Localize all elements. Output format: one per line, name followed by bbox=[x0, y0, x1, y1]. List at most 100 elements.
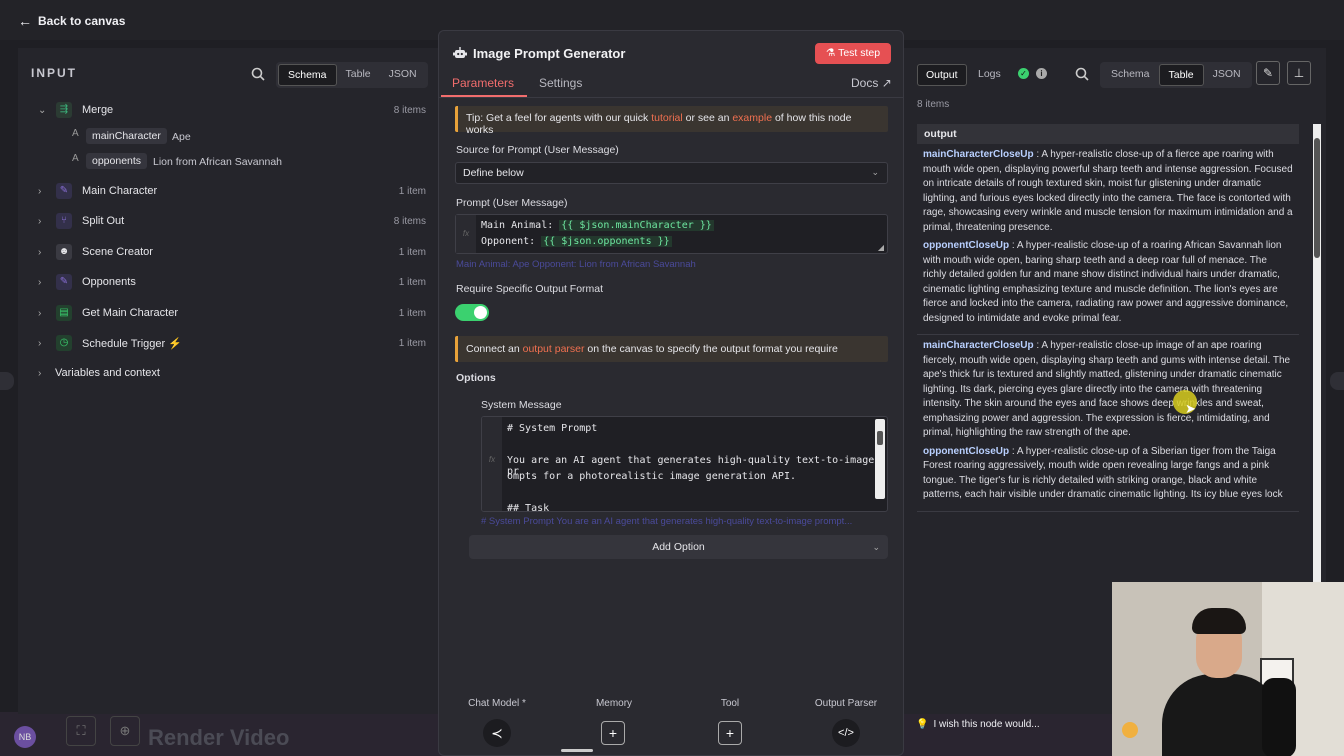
search-icon[interactable] bbox=[251, 67, 265, 81]
node-count: 1 item bbox=[398, 307, 426, 319]
test-step-button[interactable]: ⚗ Test step bbox=[815, 43, 891, 64]
example-link[interactable]: example bbox=[732, 112, 772, 124]
source-label: Source for Prompt (User Message) bbox=[456, 144, 619, 156]
node-label: Variables and context bbox=[55, 367, 160, 379]
node-opponents[interactable]: › ✎ Opponents 1 item bbox=[18, 270, 438, 294]
node-schedule-trigger[interactable]: › ◷ Schedule Trigger ⚡ 1 item bbox=[18, 331, 438, 355]
tab-json[interactable]: JSON bbox=[1204, 64, 1250, 86]
drag-handle[interactable] bbox=[561, 749, 593, 752]
scrollbar[interactable] bbox=[875, 419, 885, 499]
info-icon[interactable]: i bbox=[1036, 68, 1047, 79]
chevron-right-icon[interactable]: › bbox=[38, 247, 41, 258]
tab-schema[interactable]: Schema bbox=[278, 64, 337, 86]
prompt-line: Opponent: {{ $json.opponents }} bbox=[481, 236, 672, 247]
success-check-icon: ✓ bbox=[1018, 68, 1029, 79]
docs-link[interactable]: Docs ↗ bbox=[851, 76, 892, 90]
node-parameters-panel: Image Prompt Generator ⚗ Test step Param… bbox=[438, 30, 904, 756]
chevron-right-icon[interactable]: › bbox=[38, 186, 41, 197]
output-parser-label: Output Parser bbox=[814, 698, 878, 709]
tab-table[interactable]: Table bbox=[1158, 64, 1204, 86]
add-tool-button[interactable]: + bbox=[718, 721, 742, 745]
split-icon: ⑂ bbox=[56, 213, 72, 229]
memory-label: Memory bbox=[595, 698, 633, 709]
tab-output[interactable]: Output bbox=[917, 64, 967, 86]
agent-tip-callout: Tip: Get a feel for agents with our quic… bbox=[455, 106, 888, 136]
back-to-canvas-link[interactable]: ← Back to canvas bbox=[18, 13, 125, 29]
node-scene-creator[interactable]: › ☻ Scene Creator 1 item bbox=[18, 240, 438, 264]
left-connector-icon bbox=[0, 372, 14, 390]
node-label: Get Main Character bbox=[82, 307, 178, 319]
resize-icon[interactable]: ◢ bbox=[878, 243, 884, 252]
scrollbar-thumb[interactable] bbox=[877, 431, 883, 445]
require-format-toggle[interactable] bbox=[455, 304, 489, 321]
items-count: 8 items bbox=[917, 99, 950, 110]
avatar[interactable]: NB bbox=[14, 726, 36, 748]
prompt-editor[interactable]: fx Main Animal: {{ $json.mainCharacter }… bbox=[455, 214, 888, 254]
scrollbar-thumb[interactable] bbox=[1314, 138, 1320, 258]
node-count: 8 items bbox=[393, 104, 426, 116]
chevron-right-icon[interactable]: › bbox=[38, 368, 41, 379]
tab-table[interactable]: Table bbox=[337, 64, 380, 86]
field-main-character[interactable]: A mainCharacter Ape bbox=[18, 128, 438, 148]
zoom-in-icon[interactable]: ⊕ bbox=[110, 716, 140, 746]
search-icon[interactable] bbox=[1075, 67, 1089, 81]
source-select[interactable]: Define below ⌄ bbox=[455, 162, 888, 184]
fit-view-icon[interactable]: ⛶ bbox=[66, 716, 96, 746]
output-field: mainCharacterCloseUp : A hyper-realistic… bbox=[923, 340, 1291, 438]
field-key[interactable]: opponents bbox=[86, 153, 148, 169]
system-message-label: System Message bbox=[481, 399, 562, 411]
table-row[interactable]: mainCharacterCloseUp : A hyper-realistic… bbox=[917, 335, 1299, 512]
add-option-button[interactable]: Add Option ⌄ bbox=[469, 535, 888, 559]
node-variables-context[interactable]: › Variables and context bbox=[18, 361, 438, 385]
tab-json[interactable]: JSON bbox=[380, 64, 426, 86]
pencil-icon: ✎ bbox=[56, 183, 72, 199]
right-connector-icon bbox=[1330, 372, 1344, 390]
column-header: output bbox=[917, 124, 1299, 144]
field-opponents[interactable]: A opponents Lion from African Savannah bbox=[18, 153, 438, 173]
field-value: Lion from African Savannah bbox=[153, 156, 282, 168]
output-parser-link[interactable]: output parser bbox=[523, 343, 585, 355]
chevron-down-icon[interactable]: ⌄ bbox=[38, 105, 46, 116]
chevron-right-icon[interactable]: › bbox=[38, 308, 41, 319]
tab-logs[interactable]: Logs bbox=[970, 64, 1009, 84]
pin-icon[interactable]: ⊥ bbox=[1287, 61, 1311, 85]
lightning-icon: ⚡ bbox=[168, 337, 182, 350]
tab-parameters[interactable]: Parameters bbox=[452, 76, 514, 90]
system-line: ompts for a photorealistic image generat… bbox=[507, 471, 796, 482]
chevron-right-icon[interactable]: › bbox=[38, 216, 41, 227]
chevron-right-icon[interactable]: › bbox=[38, 338, 41, 349]
node-merge[interactable]: ⌄ ⇶ Merge 8 items bbox=[18, 98, 438, 122]
feedback-link[interactable]: 💡 I wish this node would... bbox=[916, 719, 1040, 730]
fx-icon: fx bbox=[482, 417, 502, 511]
tool-label: Tool bbox=[720, 698, 740, 709]
webcam-overlay bbox=[1112, 582, 1344, 756]
add-memory-button[interactable]: + bbox=[601, 721, 625, 745]
system-message-editor[interactable]: fx # System Prompt You are an AI agent t… bbox=[481, 416, 888, 512]
string-type-icon: A bbox=[72, 128, 79, 139]
table-row[interactable]: mainCharacterCloseUp : A hyper-realistic… bbox=[917, 144, 1299, 335]
edit-icon[interactable]: ✎ bbox=[1256, 61, 1280, 85]
node-count: 1 item bbox=[398, 185, 426, 197]
chevron-right-icon[interactable]: › bbox=[38, 277, 41, 288]
back-label: Back to canvas bbox=[38, 14, 126, 28]
node-main-character[interactable]: › ✎ Main Character 1 item bbox=[18, 179, 438, 203]
code-icon[interactable]: </> bbox=[832, 719, 860, 747]
chat-model-label: Chat Model * bbox=[468, 698, 526, 709]
toggle-knob bbox=[474, 306, 487, 319]
string-type-icon: A bbox=[72, 153, 79, 164]
sheet-icon: ▤ bbox=[56, 305, 72, 321]
tutorial-link[interactable]: tutorial bbox=[651, 112, 683, 124]
input-title: INPUT bbox=[31, 66, 77, 80]
node-split-out[interactable]: › ⑂ Split Out 8 items bbox=[18, 209, 438, 233]
pencil-icon: ✎ bbox=[56, 274, 72, 290]
field-key[interactable]: mainCharacter bbox=[86, 128, 167, 144]
clock-icon: ◷ bbox=[56, 335, 72, 351]
chevron-down-icon: ⌄ bbox=[872, 542, 880, 552]
node-title: Image Prompt Generator bbox=[473, 46, 626, 61]
node-get-main-character[interactable]: › ▤ Get Main Character 1 item bbox=[18, 301, 438, 325]
prompt-preview: Main Animal: Ape Opponent: Lion from Afr… bbox=[456, 259, 696, 270]
tab-schema[interactable]: Schema bbox=[1102, 64, 1159, 86]
share-icon[interactable]: ≺ bbox=[483, 719, 511, 747]
add-option-label: Add Option bbox=[652, 541, 705, 553]
tab-settings[interactable]: Settings bbox=[539, 76, 582, 90]
